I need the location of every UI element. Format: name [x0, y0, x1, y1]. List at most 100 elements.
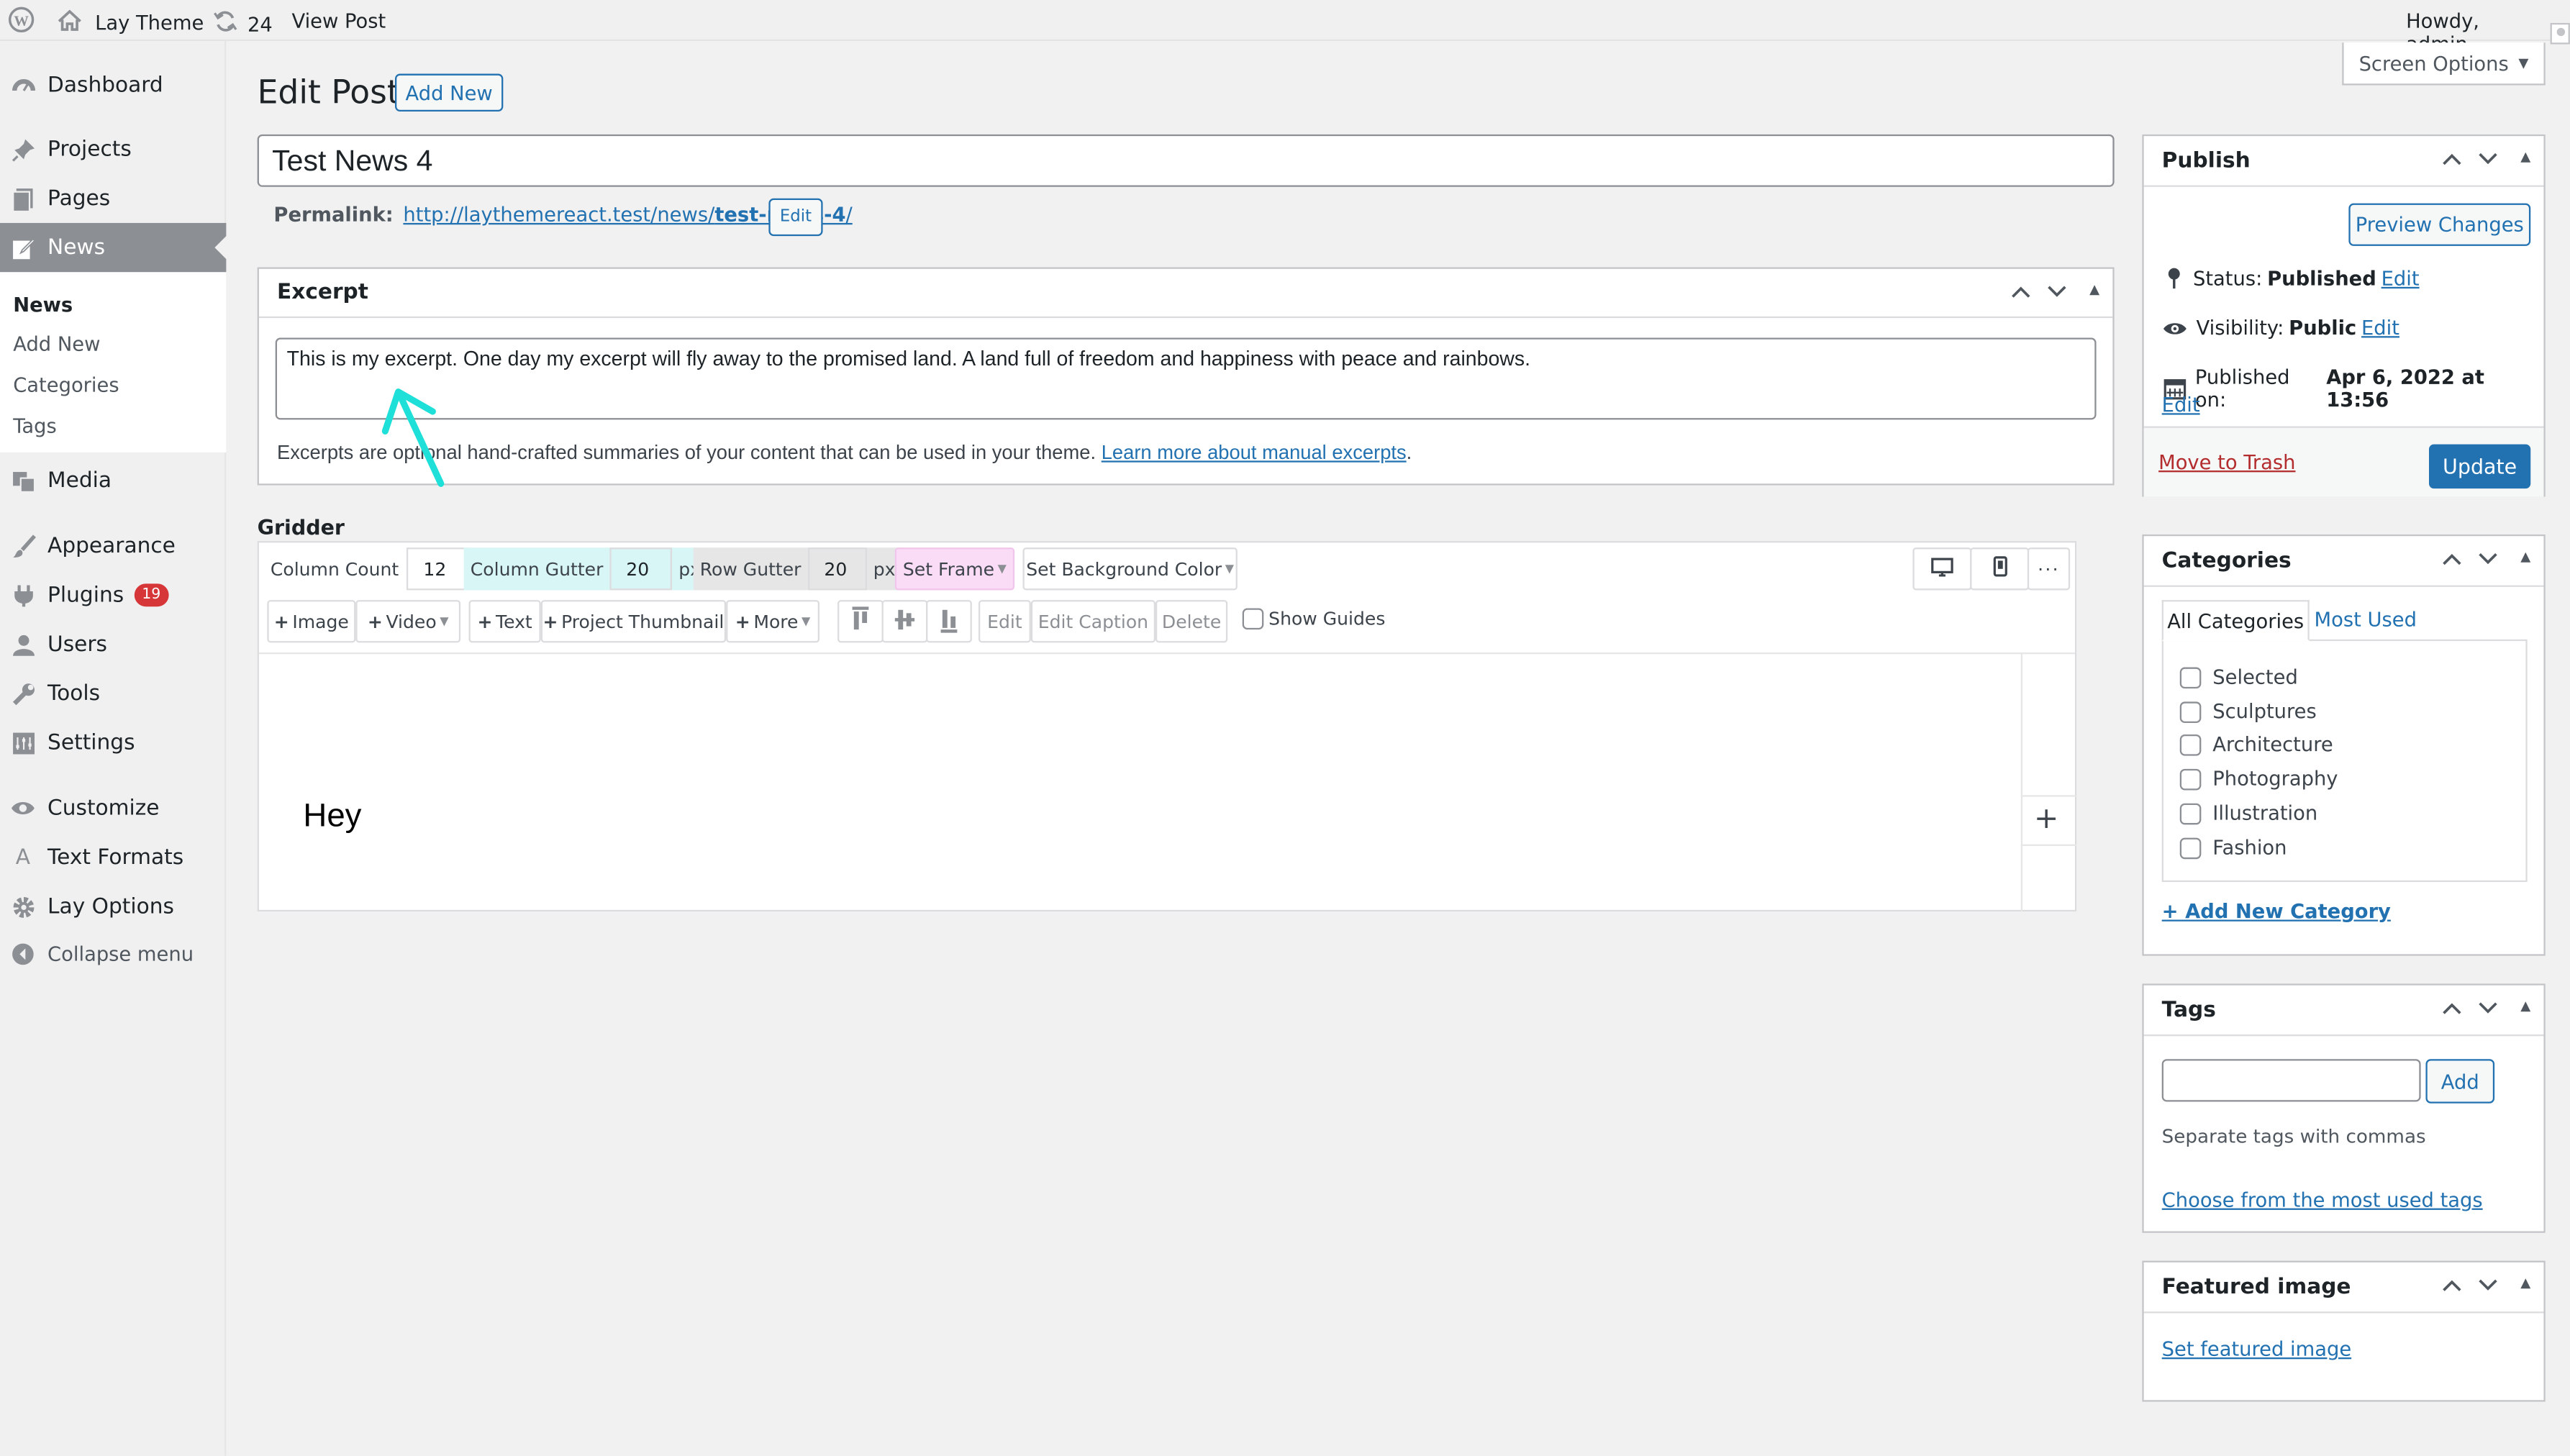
toggle-panel-icon[interactable]: ▲	[2520, 998, 2530, 1020]
category-checkbox[interactable]	[2179, 733, 2202, 755]
learn-more-excerpts-link[interactable]: Learn more about manual excerpts	[1102, 441, 1407, 464]
more-dropdown[interactable]: + More ▼	[726, 600, 819, 643]
move-to-trash-link[interactable]: Move to Trash	[2158, 451, 2295, 474]
category-checkbox[interactable]	[2179, 837, 2202, 859]
phone-view-button[interactable]	[1970, 547, 2030, 591]
tag-input[interactable]	[2161, 1059, 2421, 1102]
set-frame-dropdown[interactable]: Set Frame ▼	[894, 547, 1015, 591]
toggle-panel-icon[interactable]: ▲	[2520, 1275, 2530, 1297]
menu-text-formats[interactable]: A Text Formats	[0, 833, 226, 882]
site-name-link[interactable]: Lay Theme	[58, 9, 204, 36]
move-up-icon[interactable]	[2442, 998, 2461, 1020]
pin-icon	[10, 136, 36, 162]
category-checkbox[interactable]	[2179, 802, 2202, 824]
move-down-icon[interactable]	[2047, 282, 2066, 304]
update-button[interactable]: Update	[2428, 444, 2531, 489]
toggle-panel-icon[interactable]: ▲	[2520, 149, 2530, 170]
category-checkbox[interactable]	[2179, 768, 2202, 790]
show-guides-checkbox[interactable]	[1242, 608, 1264, 630]
menu-customize[interactable]: Customize	[0, 783, 226, 832]
category-checkbox[interactable]	[2179, 666, 2202, 688]
menu-users[interactable]: Users	[0, 619, 226, 668]
permalink-edit-button[interactable]: Edit	[768, 198, 823, 237]
toggle-panel-icon[interactable]: ▲	[2089, 282, 2099, 304]
category-item[interactable]: Sculptures	[2179, 700, 2317, 723]
menu-dashboard[interactable]: Dashboard	[0, 60, 226, 109]
status-edit-link[interactable]: Edit	[2381, 267, 2420, 290]
menu-plugins[interactable]: Plugins 19	[0, 570, 226, 619]
submenu-add-new[interactable]: Add New	[13, 333, 100, 356]
move-down-icon[interactable]	[2478, 549, 2497, 570]
move-up-icon[interactable]	[2442, 149, 2461, 170]
column-count-input[interactable]: 12	[407, 547, 470, 591]
status-value: Published	[2267, 267, 2376, 291]
post-title-input[interactable]: Test News 4	[257, 134, 2115, 187]
set-background-color-dropdown[interactable]: Set Background Color ▼	[1022, 547, 1238, 591]
excerpt-textarea[interactable]: This is my excerpt. One day my excerpt w…	[275, 337, 2097, 420]
add-project-thumbnail-button[interactable]: + Project Thumbnail	[540, 600, 727, 643]
plus-icon: +	[477, 610, 493, 632]
move-down-icon[interactable]	[2478, 1275, 2497, 1297]
screen-options-button[interactable]: Screen Options ▼	[2342, 42, 2546, 86]
row-gutter-input[interactable]: 20	[807, 547, 867, 591]
published-on-row: Published on: Apr 6, 2022 at 13:56	[2162, 365, 2544, 411]
category-item[interactable]: Illustration	[2179, 801, 2317, 824]
category-item[interactable]: Photography	[2179, 768, 2338, 790]
add-new-button[interactable]: Add New	[394, 73, 504, 112]
menu-news[interactable]: News	[0, 222, 228, 273]
wordpress-logo-icon[interactable]: W	[8, 6, 35, 33]
menu-media[interactable]: Media	[0, 456, 226, 505]
move-up-icon[interactable]	[2442, 1275, 2461, 1297]
move-up-icon[interactable]	[2011, 282, 2030, 304]
updates-link[interactable]: 24	[213, 10, 273, 38]
add-video-button[interactable]: + Video ▼	[355, 600, 461, 643]
delete-element-button[interactable]: Delete	[1155, 600, 1228, 643]
choose-most-used-tags-link[interactable]: Choose from the most used tags	[2162, 1188, 2483, 1211]
align-bottom-button[interactable]	[926, 600, 972, 643]
add-new-category-link[interactable]: + Add New Category	[2162, 900, 2391, 923]
menu-settings[interactable]: Settings	[0, 718, 226, 767]
category-item[interactable]: Fashion	[2179, 836, 2287, 859]
tab-most-used[interactable]: Most Used	[2315, 609, 2417, 632]
align-middle-button[interactable]	[881, 600, 928, 643]
column-gutter-input[interactable]: 20	[609, 547, 673, 591]
submenu-news[interactable]: News	[13, 294, 73, 317]
edit-element-button[interactable]: Edit	[978, 600, 1031, 643]
menu-appearance[interactable]: Appearance	[0, 522, 226, 570]
desktop-view-button[interactable]	[1912, 547, 1972, 591]
preview-changes-button[interactable]: Preview Changes	[2348, 203, 2531, 246]
tags-header: Tags ▲	[2143, 986, 2544, 1037]
align-top-button[interactable]	[837, 600, 884, 643]
category-item[interactable]: Selected	[2179, 665, 2298, 688]
view-post-link[interactable]: View Post	[291, 10, 386, 33]
published-edit-link[interactable]: Edit	[2162, 393, 2200, 417]
category-item[interactable]: Architecture	[2179, 733, 2333, 756]
edit-caption-button[interactable]: Edit Caption	[1030, 600, 1155, 643]
menu-projects[interactable]: Projects	[0, 124, 226, 173]
category-checkbox[interactable]	[2179, 701, 2202, 722]
more-options-button[interactable]: ···	[2027, 547, 2071, 591]
menu-pages[interactable]: Pages	[0, 174, 226, 223]
menu-lay-options[interactable]: Lay Options	[0, 882, 226, 931]
add-row-plus-icon[interactable]: +	[2034, 801, 2058, 836]
tab-all-categories[interactable]: All Categories	[2161, 600, 2310, 642]
submenu-categories[interactable]: Categories	[13, 374, 119, 397]
menu-tools[interactable]: Tools	[0, 669, 226, 718]
move-down-icon[interactable]	[2478, 998, 2497, 1020]
canvas-text-element[interactable]: Hey	[303, 798, 361, 836]
add-image-button[interactable]: + Image	[267, 600, 356, 643]
gridder-heading: Gridder	[257, 514, 345, 540]
move-up-icon[interactable]	[2442, 549, 2461, 570]
set-featured-image-link[interactable]: Set featured image	[2162, 1338, 2351, 1361]
submenu-tags[interactable]: Tags	[13, 415, 57, 438]
toggle-panel-icon[interactable]: ▲	[2520, 549, 2530, 570]
categories-box: Categories ▲ All Categories Most Used Se…	[2142, 534, 2546, 956]
move-down-icon[interactable]	[2478, 149, 2497, 170]
menu-label: Text Formats	[47, 845, 184, 870]
add-tag-button[interactable]: Add	[2425, 1059, 2495, 1104]
add-text-button[interactable]: + Text	[468, 600, 541, 643]
set-bg-label: Set Background Color	[1026, 558, 1222, 580]
show-guides-toggle[interactable]: Show Guides	[1242, 608, 1385, 630]
visibility-edit-link[interactable]: Edit	[2361, 317, 2399, 340]
menu-collapse[interactable]: Collapse menu	[0, 929, 226, 978]
